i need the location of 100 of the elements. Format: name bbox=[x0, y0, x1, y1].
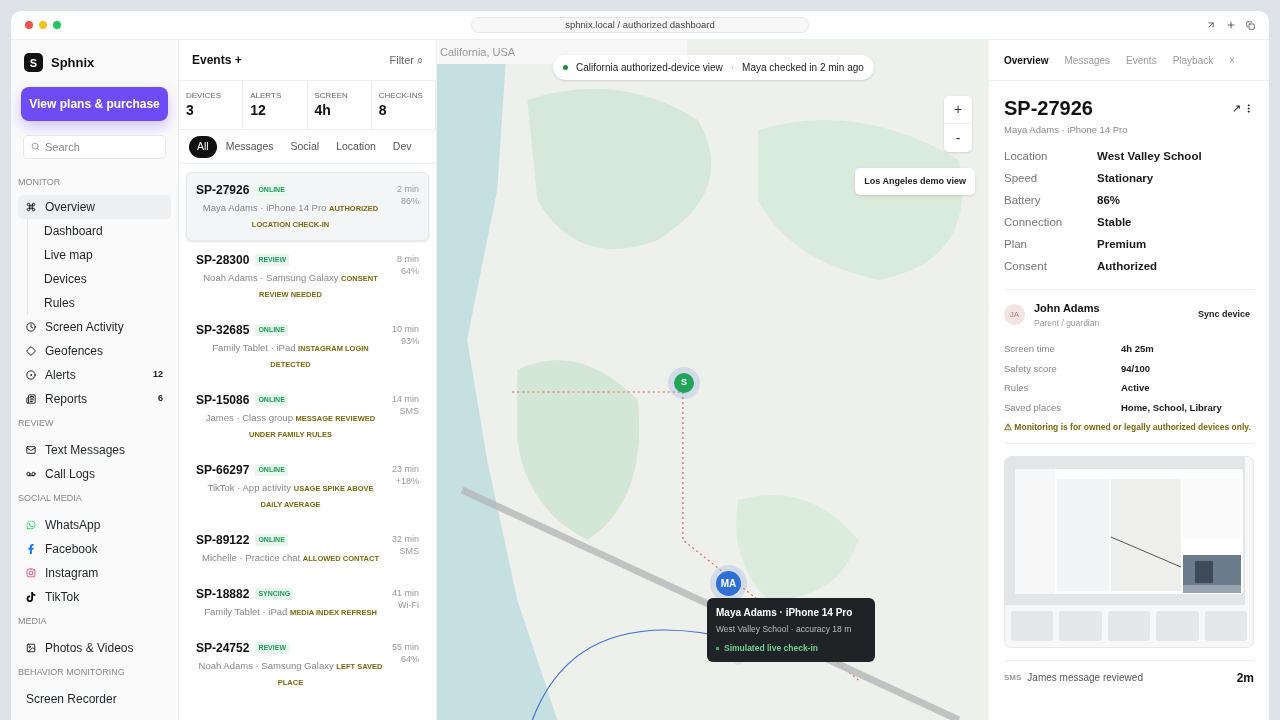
sync-device-button[interactable]: Sync device bbox=[1197, 308, 1254, 322]
section-title: MONITOR bbox=[18, 175, 62, 189]
event-meta: 64% bbox=[401, 265, 419, 277]
nav-item[interactable]: Reports 6 bbox=[18, 386, 171, 411]
warning-text: ⚠ Monitoring is for owned or legally authorized devices only. bbox=[1004, 420, 1252, 433]
address-bar[interactable]: sphnix.local / authorized dashboard bbox=[471, 17, 809, 33]
tooltip-title: Maya Adams · iPhone 14 Pro bbox=[716, 606, 854, 620]
nav-item[interactable]: Facebook bbox=[18, 536, 171, 561]
diamond-icon bbox=[26, 345, 36, 356]
map[interactable]: California, USA California authorized-device view · Maya checked in 2 min ago + - Los Angeles demo view S MA Maya Adams · iPhone 14 Pro West Valley School · accuracy 18 m Simulated live check-in bbox=[437, 40, 989, 720]
field-value: Premium bbox=[1097, 236, 1147, 252]
device-id: SP-28300 bbox=[196, 252, 250, 269]
new-tab-icon[interactable] bbox=[1226, 20, 1236, 30]
nav-item[interactable]: Photos & Videos bbox=[18, 635, 171, 660]
stat-label: Screen time bbox=[1004, 342, 1056, 357]
nav-item[interactable]: Text Messages bbox=[18, 437, 171, 462]
stat-value: 4h 25m bbox=[1121, 342, 1154, 357]
section-title: BEHAVIOR MONITORING bbox=[18, 665, 126, 679]
nav-subitem[interactable]: Live map bbox=[28, 242, 171, 267]
open-button[interactable]: ↗ bbox=[1232, 99, 1241, 117]
search-icon bbox=[31, 141, 40, 151]
field-value: Authorized bbox=[1097, 258, 1158, 274]
section-title: SOCIAL MEDIA bbox=[18, 491, 83, 505]
tooltip-status: Simulated live check-in bbox=[724, 641, 818, 655]
filter-tab[interactable]: Social bbox=[282, 135, 328, 158]
event-time: 23 min bbox=[392, 463, 419, 475]
windows-icon[interactable] bbox=[1246, 20, 1255, 30]
nav-subitem[interactable]: Devices bbox=[28, 266, 171, 291]
tooltip-subtitle: West Valley School · accuracy 18 m bbox=[716, 623, 853, 636]
filter-tab[interactable]: All bbox=[189, 135, 217, 158]
detail-tab[interactable]: Overview bbox=[1004, 52, 1049, 68]
zoom-out-button[interactable]: - bbox=[944, 124, 972, 152]
field-label: Connection bbox=[1004, 214, 1064, 230]
whatsapp-icon bbox=[26, 519, 36, 530]
field-label: Battery bbox=[1004, 192, 1042, 208]
search-field[interactable]: Search bbox=[23, 134, 166, 159]
event-meta: SMS bbox=[399, 405, 419, 417]
filter-tab[interactable]: Messages bbox=[217, 135, 282, 158]
clock-icon bbox=[26, 321, 36, 332]
field-label: Speed bbox=[1004, 170, 1039, 186]
brand-logo: S bbox=[24, 53, 43, 73]
event-meta: 64% bbox=[401, 653, 419, 665]
field-label: Location bbox=[1004, 148, 1049, 164]
zoom-in-button[interactable]: + bbox=[944, 96, 972, 124]
nav-item[interactable]: TikTok bbox=[18, 584, 171, 609]
nav-item[interactable]: Alerts 12 bbox=[18, 362, 171, 387]
stat-value: Active bbox=[1121, 381, 1150, 396]
event-time: 8 min bbox=[397, 253, 419, 265]
event-meta: +18% bbox=[395, 475, 419, 487]
filter-button[interactable]: Filter ⌕ bbox=[389, 51, 423, 69]
stat-tile: SCREEN 4h bbox=[307, 81, 372, 129]
tiktok-icon bbox=[26, 591, 36, 602]
nav-subitem[interactable]: Dashboard bbox=[28, 218, 171, 243]
brand-name: Sphnix bbox=[51, 54, 95, 72]
nav-item[interactable]: Instagram bbox=[18, 560, 171, 585]
nav-item[interactable]: Call Logs bbox=[18, 461, 171, 486]
mail-icon bbox=[26, 444, 36, 455]
event-time: 55 min bbox=[392, 641, 419, 653]
field-value: Stable bbox=[1097, 214, 1132, 230]
count-label: 6 bbox=[158, 391, 163, 405]
stat-tile: CHECK-INS 8 bbox=[371, 81, 436, 129]
nav-item[interactable]: WhatsApp bbox=[18, 512, 171, 537]
device-subtitle: Maya Adams · iPhone 14 Pro bbox=[1004, 123, 1129, 137]
sms-tag: SMS bbox=[1004, 671, 1022, 684]
field-value: Stationary bbox=[1097, 170, 1154, 186]
guardian-role: Parent / guardian bbox=[1034, 316, 1101, 330]
checkin-label: Maya checked in 2 min ago bbox=[742, 61, 864, 75]
avatar: JA bbox=[1004, 304, 1025, 326]
event-meta: SMS bbox=[399, 545, 419, 557]
activity-time: 2m bbox=[1236, 669, 1254, 687]
command-icon bbox=[26, 201, 36, 212]
purchase-button[interactable]: View plans & purchase bbox=[21, 86, 168, 121]
nav-subitem[interactable]: Rules bbox=[28, 290, 171, 315]
view-label: California authorized-device view bbox=[576, 61, 723, 75]
device-id: SP-18882 bbox=[196, 586, 250, 603]
facebook-icon bbox=[26, 543, 36, 554]
count-label: 12 bbox=[153, 367, 163, 381]
demo-view-button[interactable]: Los Angeles demo view bbox=[855, 168, 975, 195]
device-id: SP-32685 bbox=[196, 322, 250, 339]
device-id: SP-66297 bbox=[196, 462, 250, 479]
section-title: REVIEW bbox=[18, 416, 55, 430]
filter-tab[interactable]: Location bbox=[328, 135, 384, 158]
stat-value: 94/100 bbox=[1121, 361, 1151, 376]
nav-item[interactable]: Screen Recorder bbox=[18, 686, 171, 711]
event-meta: 86% bbox=[401, 195, 419, 207]
stat-tile: ALERTS 12 bbox=[243, 81, 308, 129]
field-label: Consent bbox=[1004, 258, 1048, 274]
event-meta: 93% bbox=[401, 335, 419, 347]
field-value: 86% bbox=[1097, 192, 1121, 208]
stat-value: Home, School, Library bbox=[1121, 400, 1222, 415]
nav-item[interactable]: Overview bbox=[18, 194, 171, 219]
field-value: West Valley School bbox=[1097, 148, 1202, 164]
nav-item[interactable]: Geofences bbox=[18, 338, 171, 363]
guardian-name: John Adams bbox=[1034, 301, 1101, 317]
filter-tab[interactable]: Dev bbox=[384, 135, 420, 158]
activity-text: James message reviewed bbox=[1027, 671, 1144, 685]
event-time: 14 min bbox=[392, 393, 419, 405]
external-icon[interactable] bbox=[1206, 20, 1216, 30]
nav-item[interactable]: Screen Activity bbox=[18, 314, 171, 339]
stat-label: Saved places bbox=[1004, 400, 1063, 415]
